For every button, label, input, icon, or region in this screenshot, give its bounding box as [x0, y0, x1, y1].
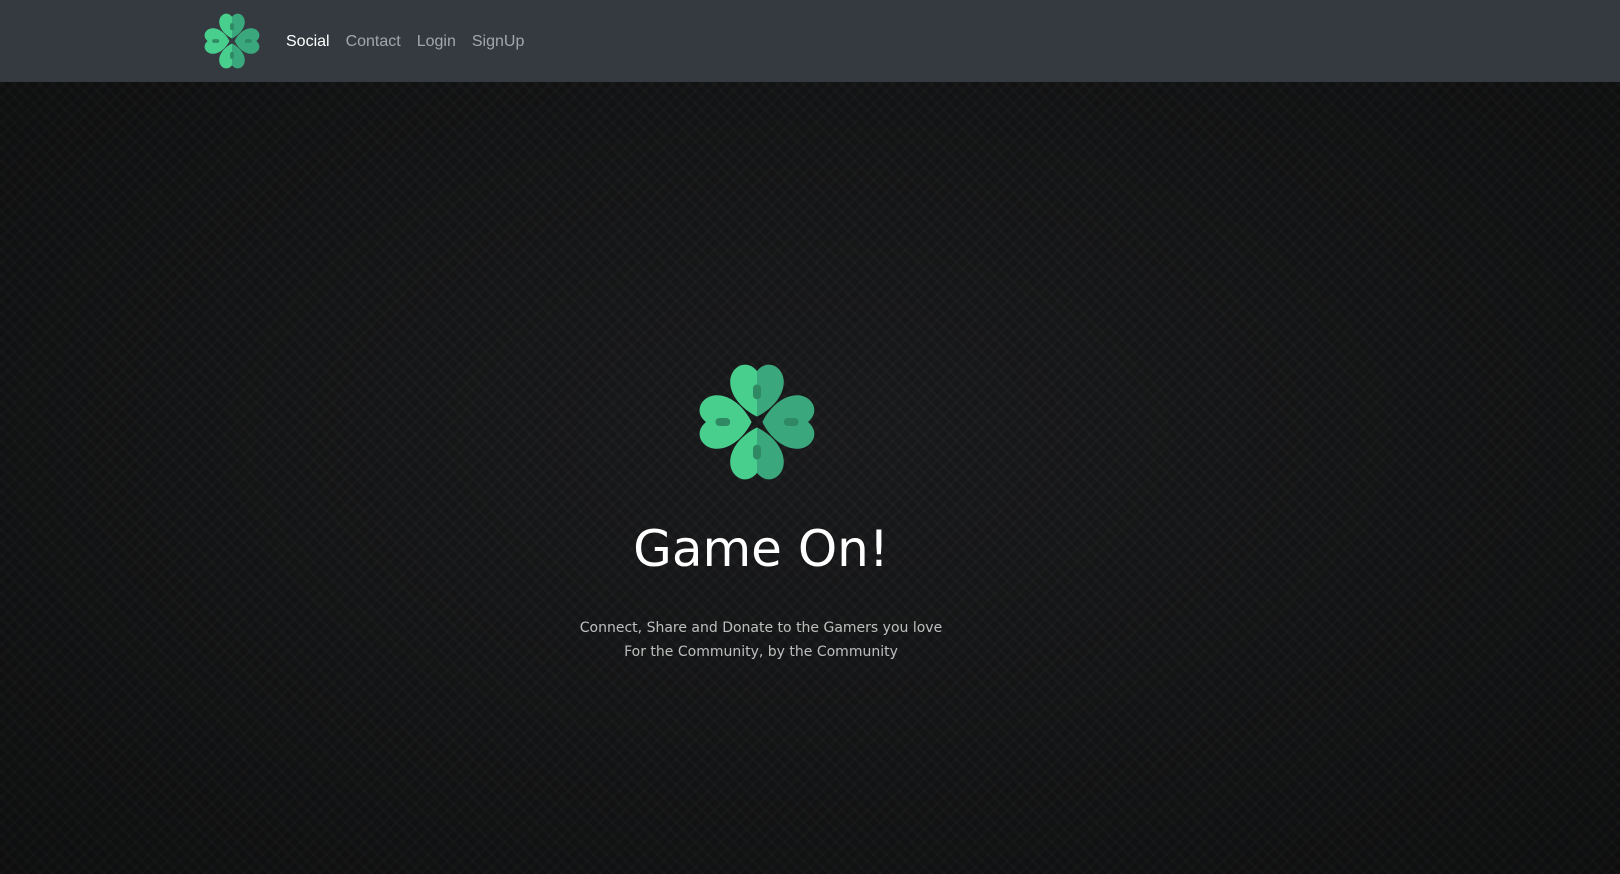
nav-links: Social Contact Login SignUp — [278, 0, 532, 82]
hero-subtitle-line-2: For the Community, by the Community — [624, 644, 898, 660]
clover-logo-icon — [204, 13, 260, 69]
clover-logo-icon — [699, 364, 815, 480]
nav-link-signup[interactable]: SignUp — [464, 33, 532, 50]
nav-link-contact[interactable]: Contact — [338, 33, 409, 50]
hero-title: Game On! — [633, 520, 889, 578]
brand-logo-link[interactable] — [200, 9, 264, 73]
nav-link-social[interactable]: Social — [278, 33, 338, 50]
hero-logo — [690, 355, 824, 489]
hero-subtitle: Connect, Share and Donate to the Gamers … — [0, 616, 1522, 664]
nav-link-login[interactable]: Login — [409, 33, 464, 50]
hero-subtitle-line-1: Connect, Share and Donate to the Gamers … — [579, 620, 943, 636]
hero-section: Game On! Connect, Share and Donate to th… — [0, 82, 1620, 874]
top-navbar: Social Contact Login SignUp — [0, 0, 1620, 82]
